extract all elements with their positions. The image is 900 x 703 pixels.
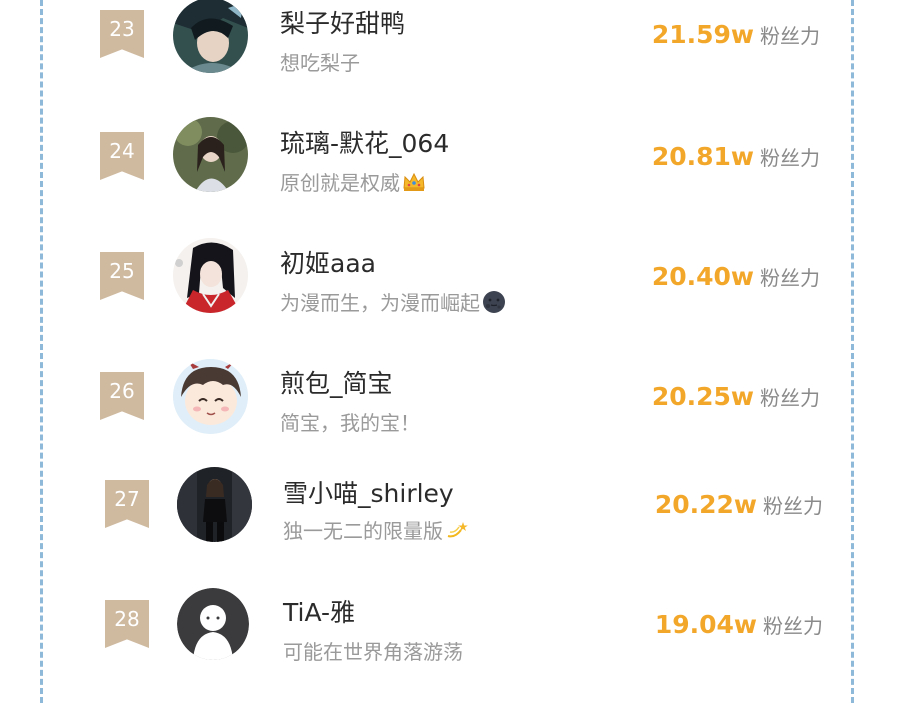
new-moon-face-emoji-icon [482, 290, 506, 314]
bio-text: 想吃梨子 [280, 51, 360, 75]
bio-text: 可能在世界角落游荡 [283, 640, 463, 664]
fans-count: 20.22w 粉丝力 [655, 490, 823, 519]
woman-photo-avatar-icon[interactable] [177, 467, 252, 542]
user-name[interactable]: TiA-雅 [283, 593, 355, 629]
ranking-row[interactable]: 23 梨子好甜鸭 想吃梨子 21.59w 粉丝力 [95, 0, 830, 110]
fans-unit-label: 粉丝力 [760, 146, 820, 170]
rank-badge: 25 [100, 252, 144, 300]
rank-badge: 24 [100, 132, 144, 180]
fans-unit-label: 粉丝力 [760, 266, 820, 290]
fans-value: 19.04w [654, 610, 757, 639]
fans-unit-label: 粉丝力 [763, 494, 823, 518]
user-name[interactable]: 琉璃-默花_064 [280, 124, 449, 160]
fans-value: 20.40w [651, 262, 754, 291]
left-dashed-border [40, 0, 43, 703]
user-bio: 原创就是权威 [280, 167, 426, 196]
ranking-row[interactable]: 24 琉璃-默花_064 原创就是权威 20.81w 粉丝力 [95, 117, 830, 230]
user-bio: 想吃梨子 [280, 47, 360, 76]
right-dashed-border [851, 0, 854, 703]
user-bio: 独一无二的限量版 [283, 515, 469, 544]
user-bio: 为漫而生，为漫而崛起 [280, 287, 506, 316]
ranking-row[interactable]: 25 初姬aaa 为漫而生，为漫而崛起 20.40w 粉丝力 [95, 238, 830, 350]
rank-badge: 26 [100, 372, 144, 420]
bio-text: 原创就是权威 [280, 171, 400, 195]
anime-boy-avatar-icon[interactable] [173, 0, 248, 73]
dizzy-emoji-icon [445, 518, 469, 542]
fans-count: 20.25w 粉丝力 [652, 382, 820, 411]
ranking-row[interactable]: 27 雪小喵_shirley 独一无二的限量版 20.22w 粉丝力 [95, 467, 830, 580]
girl-photo-avatar-icon[interactable] [173, 117, 248, 192]
fans-value: 21.59w [651, 20, 754, 49]
fans-value: 20.81w [651, 142, 754, 171]
anime-girl-avatar-icon[interactable] [173, 238, 248, 313]
bio-text: 简宝，我的宝！ [280, 411, 420, 435]
user-name[interactable]: 雪小喵_shirley [283, 474, 454, 510]
user-name[interactable]: 煎包_简宝 [280, 364, 393, 400]
user-name[interactable]: 梨子好甜鸭 [280, 4, 405, 40]
bio-text: 为漫而生，为漫而崛起 [280, 291, 480, 315]
default-user-avatar-icon[interactable] [177, 588, 249, 660]
fans-unit-label: 粉丝力 [763, 614, 823, 638]
user-bio: 可能在世界角落游荡 [283, 636, 463, 665]
fans-count: 19.04w 粉丝力 [655, 610, 823, 639]
crown-emoji-icon [402, 170, 426, 194]
rank-badge: 23 [100, 10, 144, 58]
rank-badge: 28 [105, 600, 149, 648]
rank-badge: 27 [105, 480, 149, 528]
fans-count: 20.40w 粉丝力 [652, 262, 820, 291]
ranking-row[interactable]: 28 TiA-雅 可能在世界角落游荡 19.04w 粉丝力 [95, 588, 830, 698]
fans-count: 20.81w 粉丝力 [652, 142, 820, 171]
user-name[interactable]: 初姬aaa [280, 244, 376, 280]
chibi-boy-avatar-icon[interactable] [173, 359, 248, 434]
fans-count: 21.59w 粉丝力 [652, 20, 820, 49]
fans-unit-label: 粉丝力 [760, 24, 820, 48]
bio-text: 独一无二的限量版 [283, 519, 443, 543]
user-bio: 简宝，我的宝！ [280, 407, 420, 436]
fans-unit-label: 粉丝力 [760, 386, 820, 410]
fans-value: 20.25w [651, 382, 754, 411]
fans-value: 20.22w [654, 490, 757, 519]
ranking-row[interactable]: 26 煎包_简宝 简宝，我的宝！ 20.25w 粉丝力 [95, 359, 830, 470]
